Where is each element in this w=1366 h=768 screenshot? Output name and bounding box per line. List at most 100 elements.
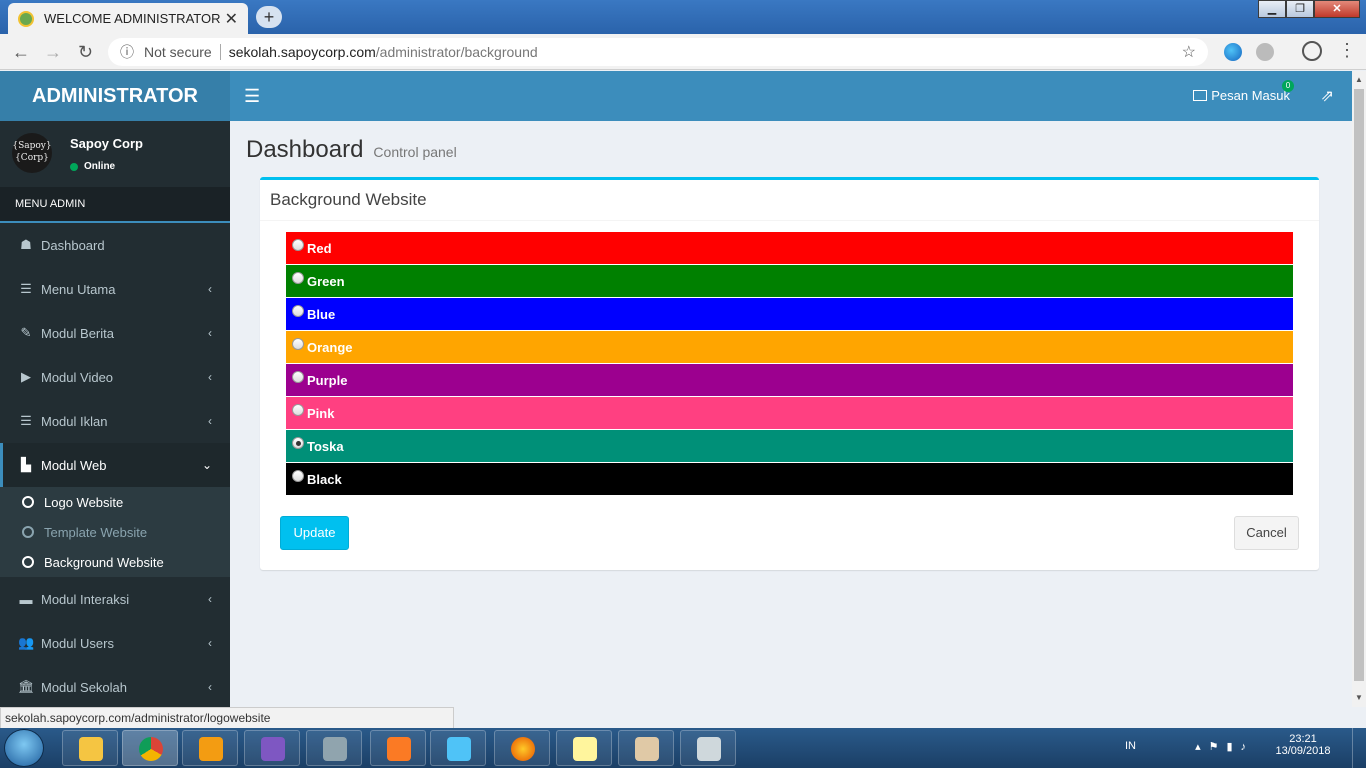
update-button[interactable]: Update bbox=[280, 516, 349, 550]
start-button[interactable] bbox=[4, 729, 44, 767]
paint-icon bbox=[635, 737, 659, 761]
extension-globe-icon[interactable] bbox=[1224, 43, 1242, 61]
taskbar-xampp[interactable] bbox=[370, 730, 426, 766]
chrome-icon bbox=[139, 737, 163, 761]
sidebar-item-label: Dashboard bbox=[41, 237, 105, 253]
maximize-button[interactable]: ❐ bbox=[1286, 0, 1314, 18]
tray-icons[interactable]: ▴⚑▮♪ bbox=[1195, 740, 1254, 753]
back-icon[interactable]: ← bbox=[12, 42, 30, 63]
taskbar-keyboard[interactable] bbox=[306, 730, 362, 766]
brand-logo[interactable]: ADMINISTRATOR bbox=[0, 71, 230, 121]
extension-icon[interactable] bbox=[1256, 43, 1274, 61]
desktop-icon: ▬ bbox=[19, 591, 33, 607]
sidebar-item-modul-interaksi[interactable]: ▬ Modul Interaksi ‹ bbox=[0, 577, 230, 621]
messages-link[interactable]: Pesan Masuk bbox=[1193, 88, 1290, 103]
pencil-icon: ✎ bbox=[20, 325, 32, 340]
taskbar-paint[interactable] bbox=[618, 730, 674, 766]
window-controls: ▁ ❐ ✕ bbox=[1258, 0, 1360, 18]
submenu-item-background-website[interactable]: Background Website bbox=[0, 547, 230, 577]
submenu-item-template-website[interactable]: Template Website bbox=[0, 517, 230, 547]
radio-button[interactable] bbox=[292, 404, 304, 416]
taskbar-vs[interactable] bbox=[244, 730, 300, 766]
chevron-left-icon: ‹ bbox=[208, 326, 212, 340]
url-field[interactable]: ⓘ Not secure sekolah.sapoycorp.com /admi… bbox=[108, 38, 1208, 66]
show-desktop-button[interactable] bbox=[1352, 728, 1366, 768]
color-option-label: Blue bbox=[307, 306, 336, 322]
language-indicator[interactable]: IN bbox=[1125, 740, 1136, 752]
taskbar-explorer[interactable] bbox=[62, 730, 118, 766]
browser-menu-icon[interactable]: ⋮ bbox=[1338, 40, 1356, 61]
color-option-label: Orange bbox=[307, 339, 353, 355]
tab-close-icon[interactable]: ✕ bbox=[225, 9, 238, 29]
color-option-row[interactable]: Toska bbox=[286, 430, 1293, 462]
taskbar-chrome[interactable] bbox=[122, 730, 178, 766]
scrollbar-thumb[interactable] bbox=[1354, 89, 1364, 681]
scroll-up-icon[interactable]: ▲ bbox=[1352, 73, 1366, 87]
color-option-row[interactable]: Green bbox=[286, 265, 1293, 297]
submenu-item-logo-website[interactable]: Logo Website bbox=[0, 487, 230, 517]
taskbar-sticky[interactable] bbox=[556, 730, 612, 766]
browser-tab[interactable]: WELCOME ADMINISTRATOR ✕ bbox=[8, 3, 248, 34]
top-navbar: ☰ Pesan Masuk 0 ⇗ bbox=[230, 71, 1352, 121]
sidebar-item-modul-users[interactable]: 👥 Modul Users ‹ bbox=[0, 621, 230, 665]
sidebar-item-modul-sekolah[interactable]: 🏛 Modul Sekolah ‹ bbox=[0, 665, 230, 707]
avatar: {Sapoy} {Corp} bbox=[12, 133, 52, 173]
sidebar-item-dashboard[interactable]: ☗ Dashboard bbox=[0, 223, 230, 267]
sidebar-item-label: Modul Berita bbox=[41, 325, 114, 341]
color-option-row[interactable]: Blue bbox=[286, 298, 1293, 330]
menu-header: MENU ADMIN bbox=[0, 187, 230, 223]
circle-icon bbox=[22, 496, 34, 508]
radio-button[interactable] bbox=[292, 239, 304, 251]
color-option-row[interactable]: Red bbox=[286, 232, 1293, 264]
cancel-button[interactable]: Cancel bbox=[1234, 516, 1299, 550]
color-option-row[interactable]: Pink bbox=[286, 397, 1293, 429]
external-link-icon[interactable]: ⇗ bbox=[1321, 86, 1334, 106]
radio-button[interactable] bbox=[292, 371, 304, 383]
taskbar-remote[interactable] bbox=[680, 730, 736, 766]
forward-icon[interactable]: → bbox=[44, 42, 62, 63]
sidebar-toggle-icon[interactable]: ☰ bbox=[244, 86, 260, 107]
bookmark-star-icon[interactable]: ☆ bbox=[1182, 42, 1196, 62]
taskbar-media[interactable] bbox=[182, 730, 238, 766]
clock[interactable]: 23:21 13/09/2018 bbox=[1268, 733, 1338, 757]
scroll-down-icon[interactable]: ▼ bbox=[1352, 691, 1366, 705]
avatar-text-1: {Sapoy} bbox=[12, 141, 52, 151]
sidebar-item-modul-berita[interactable]: ✎ Modul Berita ‹ bbox=[0, 311, 230, 355]
color-option-row[interactable]: Purple bbox=[286, 364, 1293, 396]
list-icon: ☰ bbox=[20, 413, 32, 428]
url-separator bbox=[219, 44, 221, 60]
reload-icon[interactable]: ↻ bbox=[78, 42, 93, 63]
radio-button[interactable] bbox=[292, 437, 304, 449]
close-window-button[interactable]: ✕ bbox=[1314, 0, 1360, 18]
submenu-item-label: Logo Website bbox=[44, 494, 124, 510]
browser-tab-bar: WELCOME ADMINISTRATOR ✕ + ▁ ❐ ✕ bbox=[0, 0, 1366, 34]
sidebar-item-modul-iklan[interactable]: ☰ Modul Iklan ‹ bbox=[0, 399, 230, 443]
taskbar-firefox[interactable] bbox=[494, 730, 550, 766]
sidebar-item-label: Modul Iklan bbox=[41, 413, 108, 429]
radio-button[interactable] bbox=[292, 305, 304, 317]
info-icon[interactable]: ⓘ bbox=[120, 42, 134, 62]
circle-icon bbox=[22, 526, 34, 538]
sidebar-item-label: Menu Utama bbox=[41, 281, 116, 297]
sidebar-item-modul-web[interactable]: ▙ Modul Web ⌄ bbox=[0, 443, 230, 487]
dashboard-icon: ☗ bbox=[20, 237, 32, 252]
new-tab-button[interactable]: + bbox=[256, 6, 282, 28]
radio-button[interactable] bbox=[292, 338, 304, 350]
sticky-notes-icon bbox=[573, 737, 597, 761]
chevron-left-icon: ‹ bbox=[208, 414, 212, 428]
radio-button[interactable] bbox=[292, 470, 304, 482]
media-player-icon bbox=[199, 737, 223, 761]
color-option-row[interactable]: Black bbox=[286, 463, 1293, 495]
clock-date: 13/09/2018 bbox=[1275, 745, 1331, 757]
sidebar-item-modul-video[interactable]: ▶ Modul Video ‹ bbox=[0, 355, 230, 399]
radio-button[interactable] bbox=[292, 272, 304, 284]
page-header: Dashboard Control panel bbox=[246, 136, 457, 164]
page-scrollbar[interactable]: ▲ ▼ bbox=[1352, 71, 1366, 707]
chevron-left-icon: ‹ bbox=[208, 592, 212, 606]
taskbar-feather[interactable] bbox=[430, 730, 486, 766]
color-option-row[interactable]: Orange bbox=[286, 331, 1293, 363]
sidebar-item-menu-utama[interactable]: ☰ Menu Utama ‹ bbox=[0, 267, 230, 311]
account-icon[interactable] bbox=[1302, 41, 1322, 61]
minimize-button[interactable]: ▁ bbox=[1258, 0, 1286, 18]
user-panel: {Sapoy} {Corp} Sapoy Corp Online bbox=[0, 121, 230, 187]
